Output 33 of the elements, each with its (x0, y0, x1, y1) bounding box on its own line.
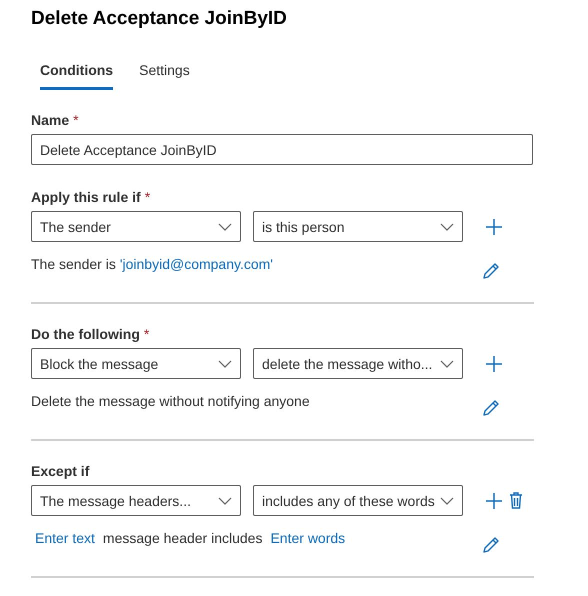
tab[interactable]: Settings (139, 58, 190, 90)
trash-icon[interactable] (509, 492, 523, 509)
add-icon[interactable] (485, 354, 503, 372)
chevron-down-icon (218, 360, 232, 368)
description-text: message header includes (102, 530, 262, 546)
chevron-down-icon (218, 496, 232, 504)
pencil-icon[interactable] (482, 399, 500, 417)
description-text: Delete the message without notifying anyone (31, 393, 310, 409)
add-icon[interactable] (485, 218, 503, 236)
chevron-down-icon (440, 496, 454, 504)
dropdown[interactable]: The sender (31, 211, 241, 242)
tab[interactable]: Conditions (40, 58, 114, 90)
chevron-down-icon (440, 360, 454, 368)
section-label: Apply this rule if * (31, 189, 152, 205)
page-title: Delete Acceptance JoinByID (31, 8, 288, 30)
section-label: Do the following * (31, 326, 150, 342)
section-label: Except if (31, 463, 90, 479)
name-input[interactable]: Delete Acceptance JoinByID (31, 134, 533, 165)
link[interactable]: 'joinbyid@company.com' (120, 256, 273, 272)
chevron-down-icon (440, 222, 454, 230)
add-icon[interactable] (485, 492, 503, 510)
dropdown[interactable]: is this person (253, 211, 463, 242)
dropdown[interactable]: includes any of these words (253, 485, 463, 516)
chevron-down-icon (218, 222, 232, 230)
dropdown[interactable]: delete the message witho... (253, 348, 463, 379)
dropdown[interactable]: Block the message (31, 348, 241, 379)
description-text: The sender is (31, 256, 116, 272)
pencil-icon[interactable] (482, 536, 500, 554)
link[interactable]: Enter text (35, 530, 95, 546)
pencil-icon[interactable] (482, 262, 500, 280)
field-label: Name * (31, 112, 80, 128)
link[interactable]: Enter words (270, 530, 346, 546)
dropdown[interactable]: The message headers... (31, 485, 241, 516)
